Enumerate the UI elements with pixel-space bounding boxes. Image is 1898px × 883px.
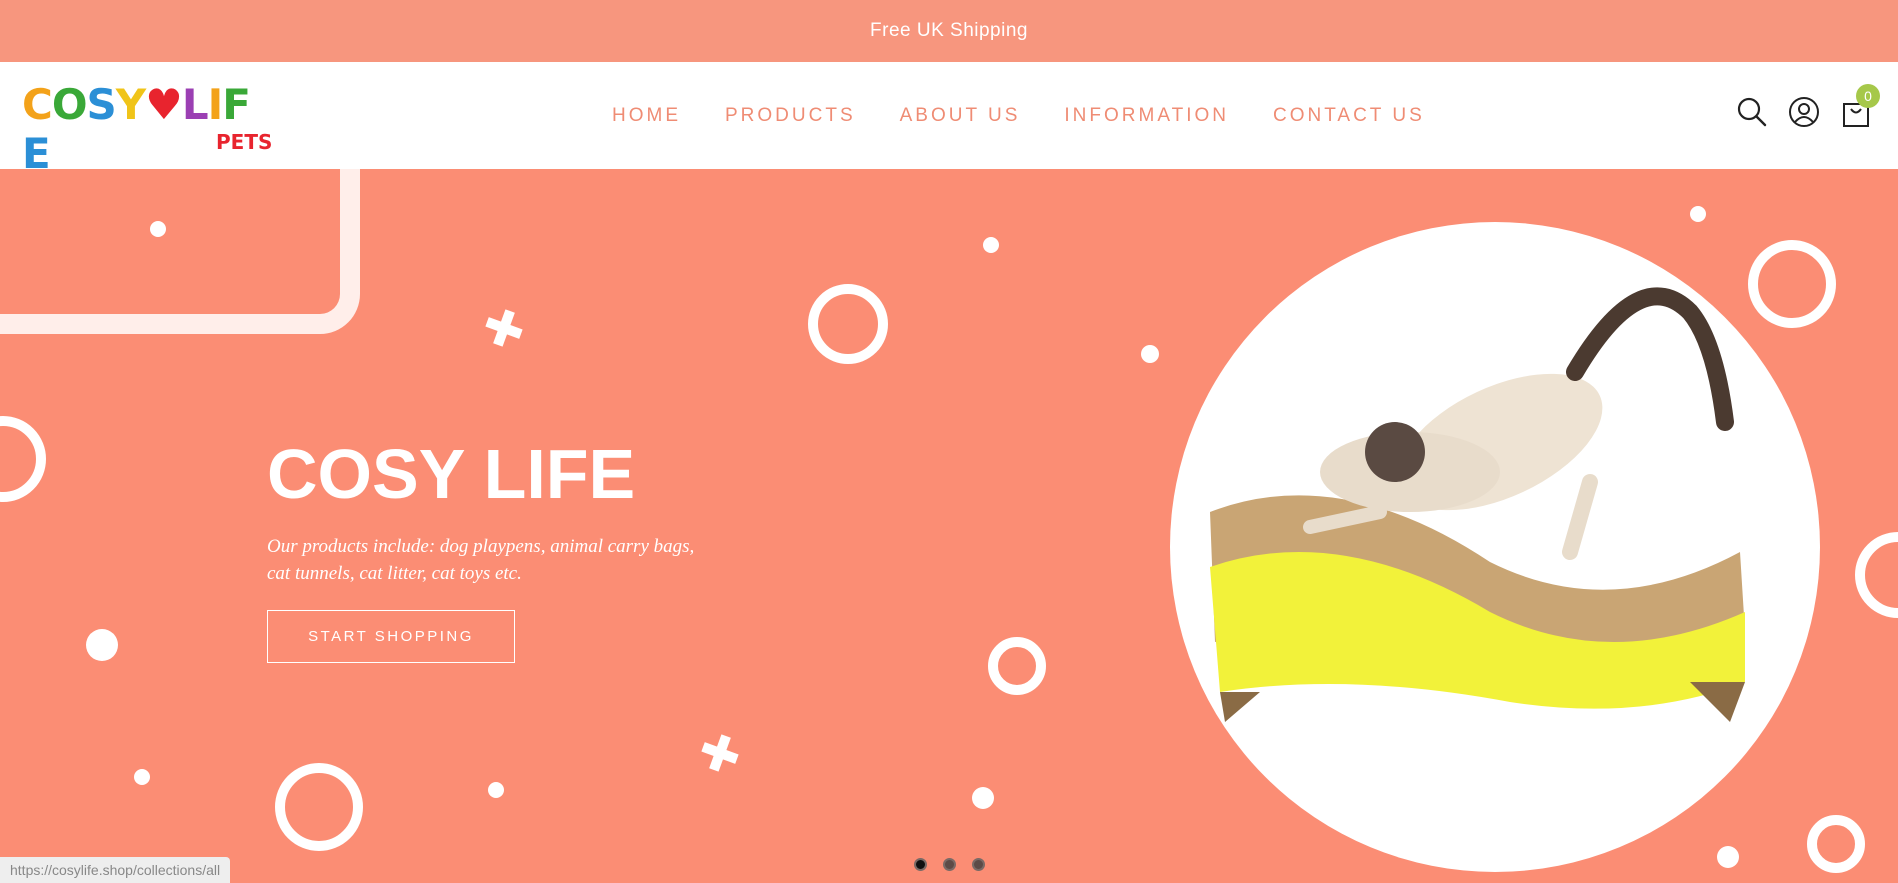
slider-dot[interactable] bbox=[943, 858, 956, 871]
decorative-dot bbox=[488, 782, 504, 798]
announcement-text: Free UK Shipping bbox=[870, 20, 1028, 41]
header-icons: 0 bbox=[1736, 84, 1880, 128]
decorative-ring bbox=[275, 763, 363, 851]
start-shopping-button[interactable]: START SHOPPING bbox=[267, 610, 515, 663]
slider-pagination bbox=[914, 858, 985, 871]
nav-information[interactable]: INFORMATION bbox=[1064, 105, 1229, 127]
decorative-ring bbox=[988, 637, 1046, 695]
logo-sub: PETS bbox=[216, 130, 273, 154]
slider-dot[interactable] bbox=[972, 858, 985, 871]
decorative-dot bbox=[1717, 846, 1739, 868]
status-bar-url: https://cosylife.shop/collections/all bbox=[0, 857, 231, 883]
hero-product-image bbox=[1170, 222, 1820, 872]
decorative-dot bbox=[86, 629, 118, 661]
decorative-ring bbox=[1807, 815, 1865, 873]
logo-wordmark: COSY♥LIFE bbox=[22, 80, 251, 178]
cat-scratcher-illustration bbox=[1210, 287, 1745, 722]
slider-dot[interactable] bbox=[914, 858, 927, 871]
nav-contact-us[interactable]: CONTACT US bbox=[1273, 105, 1425, 127]
site-logo[interactable]: COSY♥LIFE PETS bbox=[22, 72, 273, 178]
cart-icon[interactable]: 0 bbox=[1840, 84, 1880, 128]
announcement-bar: Free UK Shipping bbox=[0, 0, 1898, 62]
hero-description: Our products include: dog playpens, anim… bbox=[267, 536, 695, 584]
account-icon[interactable] bbox=[1788, 96, 1820, 128]
cart-count-badge: 0 bbox=[1856, 84, 1880, 108]
decorative-ring bbox=[808, 284, 888, 364]
nav-home[interactable]: HOME bbox=[612, 105, 681, 127]
decorative-dot bbox=[1690, 206, 1706, 222]
plus-decoration bbox=[485, 309, 523, 347]
hero-banner: COSY LIFE Our products include: dog play… bbox=[0, 169, 1898, 883]
decorative-frame bbox=[0, 169, 360, 334]
nav-products[interactable]: PRODUCTS bbox=[725, 105, 856, 127]
decorative-dot bbox=[983, 237, 999, 253]
decorative-ring bbox=[1855, 532, 1898, 618]
decorative-ring bbox=[0, 416, 46, 502]
plus-decoration bbox=[701, 734, 739, 772]
nav-about-us[interactable]: ABOUT US bbox=[900, 105, 1021, 127]
decorative-dot bbox=[972, 787, 994, 809]
site-header: COSY♥LIFE PETS HOME PRODUCTS ABOUT US IN… bbox=[0, 62, 1898, 178]
search-icon[interactable] bbox=[1736, 96, 1768, 128]
decorative-dot bbox=[134, 769, 150, 785]
main-nav: HOME PRODUCTS ABOUT US INFORMATION CONTA… bbox=[612, 62, 1469, 169]
decorative-dot bbox=[1141, 345, 1159, 363]
decorative-ring bbox=[1748, 240, 1836, 328]
decorative-dot bbox=[150, 221, 166, 237]
hero-title: COSY LIFE bbox=[267, 435, 636, 513]
